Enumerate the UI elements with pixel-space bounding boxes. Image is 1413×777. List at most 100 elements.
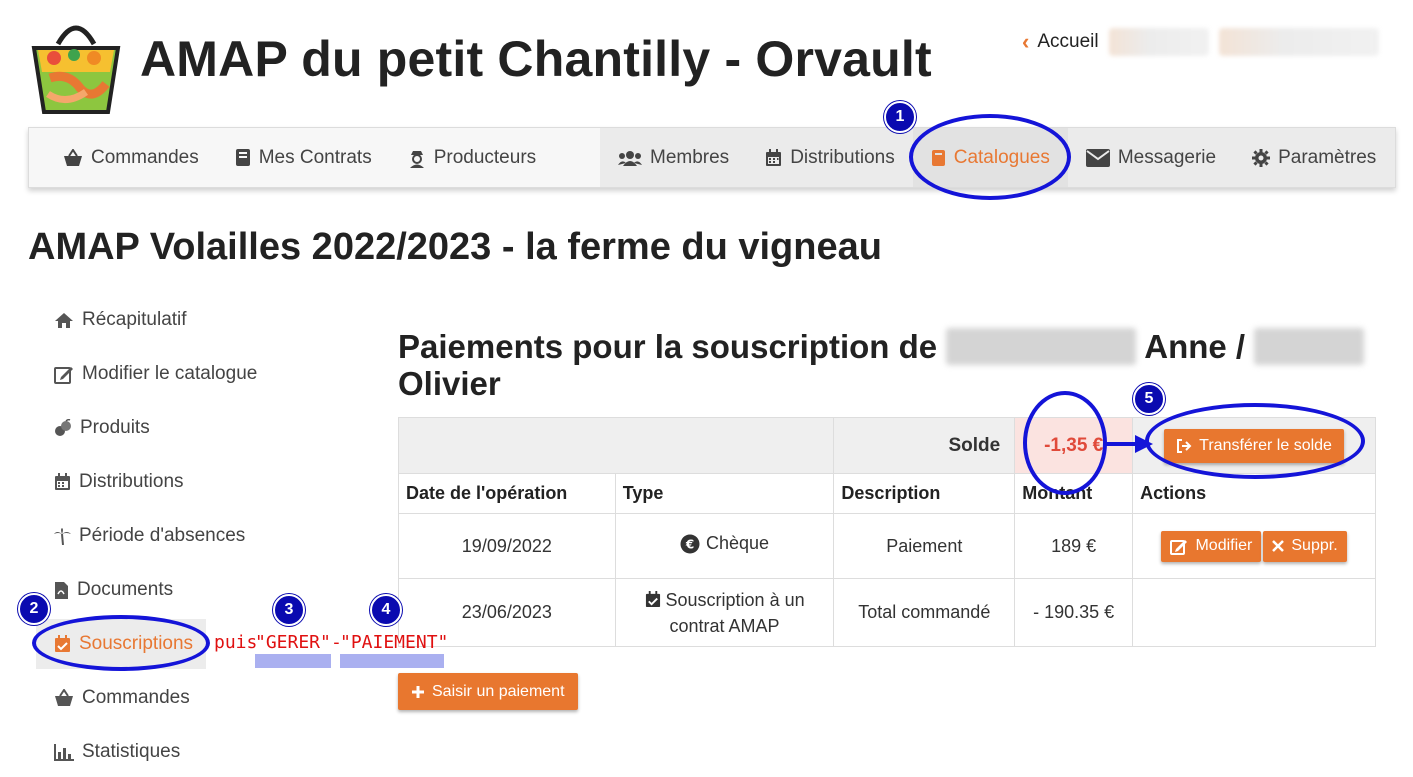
nav-label: Catalogues: [953, 146, 1050, 168]
table-row: 23/06/2023 Souscription à un contrat AMA…: [398, 578, 1376, 647]
add-payment-button[interactable]: Saisir un paiement: [398, 673, 578, 710]
main-navbar: Commandes Mes Contrats Producteurs Membr…: [28, 127, 1396, 188]
transfer-balance-button[interactable]: Transférer le solde: [1164, 428, 1344, 463]
nav-label: Commandes: [91, 146, 199, 168]
gear-icon: [1252, 148, 1271, 167]
sidebar-item-modifier-catalogue[interactable]: Modifier le catalogue: [36, 347, 306, 401]
sidebar-item-label: Souscriptions: [79, 633, 194, 654]
row-date: 19/09/2022: [398, 513, 616, 579]
account-menu-blurred[interactable]: [1218, 28, 1379, 56]
nav-commandes[interactable]: Commandes: [63, 128, 217, 187]
svg-text:€: €: [685, 537, 694, 551]
chevron-left-icon: ‹: [1022, 29, 1030, 54]
sidebar-item-label: Produits: [80, 417, 150, 438]
annotation-badge-2: 2: [18, 593, 50, 625]
payments-title-prefix: Paiements pour la souscription de: [398, 328, 938, 365]
book-icon: [235, 149, 250, 166]
palm-icon: [54, 527, 71, 545]
row-actions: [1132, 578, 1376, 647]
basket-icon: [55, 689, 73, 706]
home-link-label: Accueil: [1037, 31, 1099, 52]
row-type-line1: Souscription à un: [665, 589, 805, 610]
home-link[interactable]: ‹ Accueil: [1022, 29, 1099, 55]
nav-parametres[interactable]: Paramètres: [1234, 128, 1394, 187]
annotation-badge-1: 1: [884, 101, 916, 133]
users-icon: [618, 150, 642, 166]
nav-mes-contrats[interactable]: Mes Contrats: [235, 128, 390, 187]
nav-label: Distributions: [790, 146, 895, 168]
edit-icon: [54, 366, 73, 384]
envelope-icon: [1085, 148, 1110, 167]
table-row: 19/09/2022 € Chèque Paiement 189 € Modif…: [398, 513, 1376, 579]
add-payment-label: Saisir un paiement: [432, 682, 565, 700]
nav-label: Producteurs: [433, 146, 537, 168]
payments-title: Paiements pour la souscription de x Anne…: [398, 328, 1378, 402]
column-header: Montant: [1014, 473, 1134, 514]
sidebar-item-label: Statistiques: [82, 741, 181, 762]
payments-title-name2: Olivier: [398, 365, 501, 402]
table-header: Date de l'opération Type Description Mon…: [398, 473, 1376, 514]
annotation-puis: puis: [214, 632, 258, 653]
sidebar-item-label: Modifier le catalogue: [82, 363, 258, 384]
edit-payment-label: Modifier: [1195, 537, 1253, 554]
transfer-balance-label: Transférer le solde: [1199, 436, 1332, 454]
produce-icon: [55, 419, 71, 436]
edit-payment-button[interactable]: Modifier: [1161, 530, 1262, 562]
delete-payment-button[interactable]: Suppr.: [1263, 530, 1347, 562]
redacted-name: x: [1254, 328, 1365, 365]
payments-title-name1: Anne /: [1144, 328, 1246, 365]
sidebar-item-produits[interactable]: Produits: [36, 401, 306, 455]
sidebar-item-souscriptions[interactable]: Souscriptions: [36, 619, 206, 669]
annotation-arrow: [1105, 435, 1153, 453]
row-type: € Chèque: [614, 513, 835, 579]
close-icon: [1272, 540, 1285, 552]
farmer-icon: [409, 150, 424, 168]
nav-catalogues[interactable]: Catalogues: [912, 128, 1068, 187]
sign-out-icon: [1177, 438, 1192, 453]
nav-distributions[interactable]: Distributions: [747, 128, 913, 187]
sidebar-item-distributions[interactable]: Distributions: [36, 455, 306, 509]
sidebar-item-label: Récapitulatif: [82, 309, 187, 330]
sidebar-item-label: Documents: [77, 579, 174, 600]
user-menu-blurred[interactable]: [1108, 28, 1209, 56]
basket-icon: [64, 148, 82, 166]
transfer-cell: Transférer le solde: [1132, 417, 1376, 474]
annotation-gerer: "GERER": [255, 632, 331, 653]
chart-icon: [54, 743, 74, 761]
sidebar-item-recapitulatif[interactable]: Récapitulatif: [36, 293, 306, 347]
row-description: Paiement: [833, 513, 1016, 579]
column-header: Type: [614, 473, 835, 514]
sidebar-item-statistiques[interactable]: Statistiques: [36, 725, 306, 777]
app-title: AMAP du petit Chantilly - Orvault: [140, 31, 932, 87]
calendar-check-icon: [645, 590, 660, 607]
page-title: AMAP Volailles 2022/2023 - la ferme du v…: [28, 226, 882, 268]
row-type-label: Chèque: [706, 533, 770, 554]
row-type-line2: contrat AMAP: [669, 615, 780, 636]
annotation-paiement: "PAIEMENT": [340, 632, 449, 653]
home-icon: [55, 312, 73, 328]
nav-label: Mes Contrats: [258, 146, 372, 168]
balance-row: Solde -1,35 € Transférer le solde: [397, 417, 1376, 474]
sidebar-item-commandes[interactable]: Commandes: [36, 671, 306, 725]
annotation-badge-3: 3: [273, 594, 305, 626]
row-type: Souscription à un contrat AMAP: [614, 578, 835, 647]
calendar-icon: [55, 473, 70, 490]
nav-messagerie[interactable]: Messagerie: [1068, 128, 1234, 187]
catalog-icon: [931, 149, 945, 166]
sidebar-item-label: Commandes: [82, 687, 190, 708]
nav-membres[interactable]: Membres: [600, 128, 747, 187]
sidebar-item-documents[interactable]: Documents: [36, 563, 306, 617]
edit-icon: [1170, 539, 1188, 555]
pdf-icon: [55, 581, 68, 599]
payments-table: Solde -1,35 € Transférer le solde Date d…: [397, 417, 1376, 647]
row-amount: - 190.35 €: [1014, 578, 1134, 647]
sidebar-item-periode-absences[interactable]: Période d'absences: [36, 509, 306, 563]
column-header: Actions: [1132, 473, 1376, 514]
redacted-name: x: [946, 328, 1137, 365]
nav-label: Paramètres: [1278, 146, 1377, 168]
column-header: Description: [833, 473, 1016, 514]
app-logo[interactable]: [28, 14, 124, 116]
row-actions: Modifier Suppr.: [1132, 513, 1376, 579]
sidebar-item-label: Période d'absences: [79, 525, 246, 546]
nav-producteurs[interactable]: Producteurs: [408, 128, 554, 187]
